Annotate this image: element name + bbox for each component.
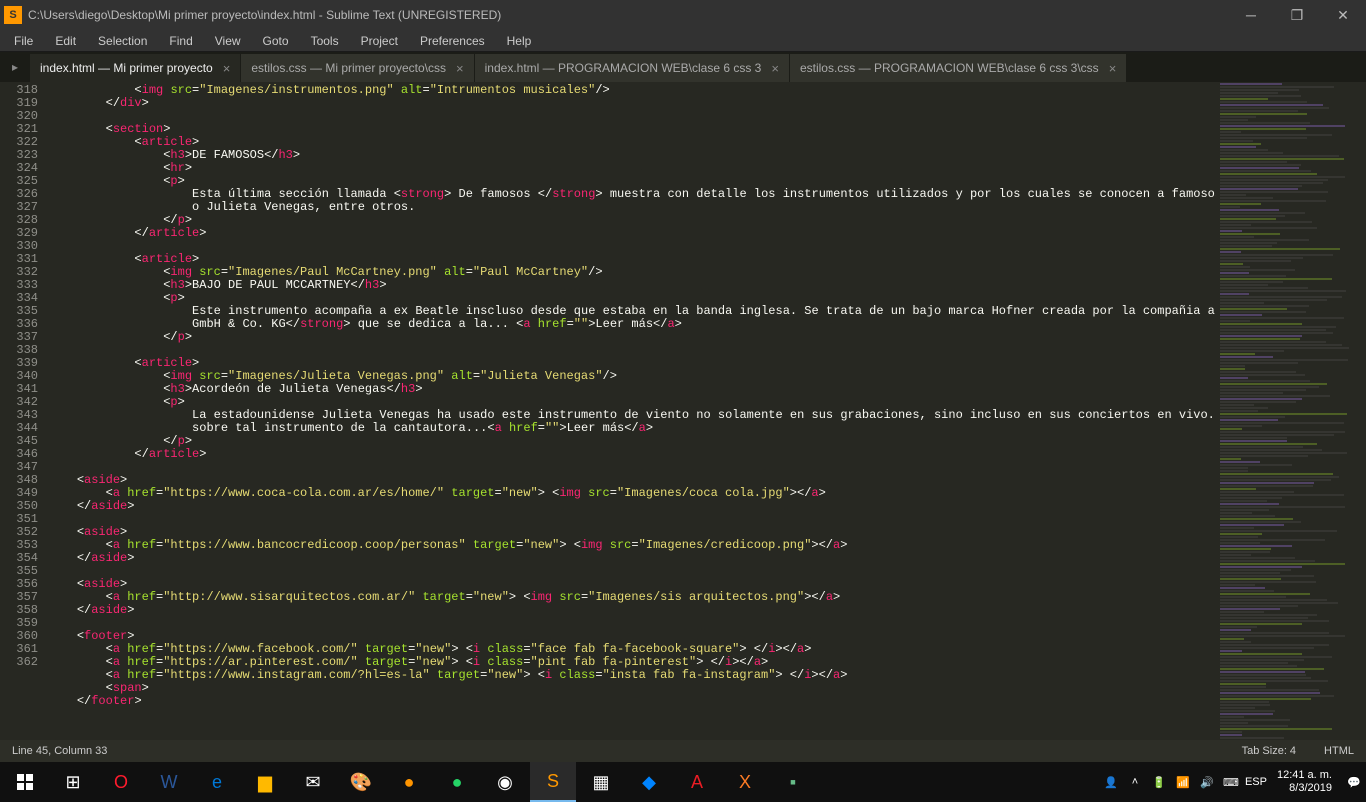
notifications-icon[interactable]: 💬 xyxy=(1344,776,1364,789)
editor-area: 318 319 320 321 322 323 324 325 326 327 … xyxy=(0,82,1366,740)
clock-time: 12:41 a. m. xyxy=(1277,769,1332,782)
sidebar-toggle-icon[interactable]: ▸ xyxy=(0,52,30,82)
file-tab[interactable]: estilos.css — Mi primer proyecto\css × xyxy=(241,54,474,82)
tray-chevron-icon[interactable]: ˄ xyxy=(1125,776,1145,788)
opera-icon[interactable]: O xyxy=(98,762,144,802)
menu-find[interactable]: Find xyxy=(159,32,202,50)
tab-close-icon[interactable]: × xyxy=(771,61,779,76)
task-view-icon[interactable]: ⊞ xyxy=(50,762,96,802)
file-tab[interactable]: index.html — Mi primer proyecto × xyxy=(30,54,241,82)
chrome-icon[interactable]: ◉ xyxy=(482,762,528,802)
maximize-button[interactable]: ❐ xyxy=(1274,0,1320,30)
paint-icon[interactable]: 🎨 xyxy=(338,762,384,802)
mail-icon[interactable]: ✉ xyxy=(290,762,336,802)
messenger-icon[interactable]: ◆ xyxy=(626,762,672,802)
keyboard-icon[interactable]: ⌨ xyxy=(1221,776,1241,789)
edge-icon[interactable]: e xyxy=(194,762,240,802)
menu-help[interactable]: Help xyxy=(497,32,542,50)
whatsapp-icon[interactable]: ● xyxy=(434,762,480,802)
word-icon[interactable]: W xyxy=(146,762,192,802)
tab-label: index.html — PROGRAMACION WEB\clase 6 cs… xyxy=(485,61,762,75)
status-tab-size[interactable]: Tab Size: 4 xyxy=(1242,745,1296,757)
close-button[interactable]: ✕ xyxy=(1320,0,1366,30)
menu-preferences[interactable]: Preferences xyxy=(410,32,495,50)
tab-label: index.html — Mi primer proyecto xyxy=(40,61,213,75)
battery-icon[interactable]: 🔋 xyxy=(1149,776,1169,789)
firefox-icon[interactable]: ● xyxy=(386,762,432,802)
titlebar: S C:\Users\diego\Desktop\Mi primer proye… xyxy=(0,0,1366,30)
window-title: C:\Users\diego\Desktop\Mi primer proyect… xyxy=(28,8,501,22)
app-icon: S xyxy=(4,6,22,24)
menu-goto[interactable]: Goto xyxy=(253,32,299,50)
clock-date: 8/3/2019 xyxy=(1277,782,1332,795)
tab-label: estilos.css — PROGRAMACION WEB\clase 6 c… xyxy=(800,61,1099,75)
menu-edit[interactable]: Edit xyxy=(45,32,86,50)
line-gutter: 318 319 320 321 322 323 324 325 326 327 … xyxy=(0,82,48,740)
app-icon-1[interactable]: ▦ xyxy=(578,762,624,802)
menu-file[interactable]: File xyxy=(4,32,43,50)
file-tab[interactable]: index.html — PROGRAMACION WEB\clase 6 cs… xyxy=(475,54,790,82)
acrobat-icon[interactable]: A xyxy=(674,762,720,802)
tab-close-icon[interactable]: × xyxy=(456,61,464,76)
tab-close-icon[interactable]: × xyxy=(223,61,231,76)
volume-icon[interactable]: 🔊 xyxy=(1197,776,1217,789)
code-editor[interactable]: <img src="Imagenes/instrumentos.png" alt… xyxy=(48,82,1216,740)
wifi-icon[interactable]: 📶 xyxy=(1173,776,1193,789)
sublime-icon[interactable]: S xyxy=(530,762,576,802)
app-icon-2[interactable]: ▪ xyxy=(770,762,816,802)
start-button[interactable] xyxy=(2,762,48,802)
file-tab[interactable]: estilos.css — PROGRAMACION WEB\clase 6 c… xyxy=(790,54,1127,82)
taskbar: ⊞ O W e ▆ ✉ 🎨 ● ● ◉ S ▦ ◆ A X ▪ 👤 ˄ 🔋 📶 … xyxy=(0,762,1366,802)
menu-view[interactable]: View xyxy=(205,32,251,50)
tab-label: estilos.css — Mi primer proyecto\css xyxy=(251,61,446,75)
menu-tools[interactable]: Tools xyxy=(301,32,349,50)
xampp-icon[interactable]: X xyxy=(722,762,768,802)
menu-selection[interactable]: Selection xyxy=(88,32,157,50)
tab-close-icon[interactable]: × xyxy=(1109,61,1117,76)
language-indicator[interactable]: ESP xyxy=(1245,776,1265,788)
people-icon[interactable]: 👤 xyxy=(1101,776,1121,789)
status-cursor-position: Line 45, Column 33 xyxy=(12,745,107,757)
tabs-row: index.html — Mi primer proyecto×estilos.… xyxy=(0,52,1366,82)
menu-project[interactable]: Project xyxy=(351,32,408,50)
minimap[interactable] xyxy=(1216,82,1366,740)
statusbar: Line 45, Column 33 Tab Size: 4 HTML xyxy=(0,740,1366,762)
minimize-button[interactable]: ─ xyxy=(1228,0,1274,30)
clock[interactable]: 12:41 a. m. 8/3/2019 xyxy=(1269,769,1340,795)
status-syntax[interactable]: HTML xyxy=(1324,745,1354,757)
menubar: FileEditSelectionFindViewGotoToolsProjec… xyxy=(0,30,1366,52)
explorer-icon[interactable]: ▆ xyxy=(242,762,288,802)
